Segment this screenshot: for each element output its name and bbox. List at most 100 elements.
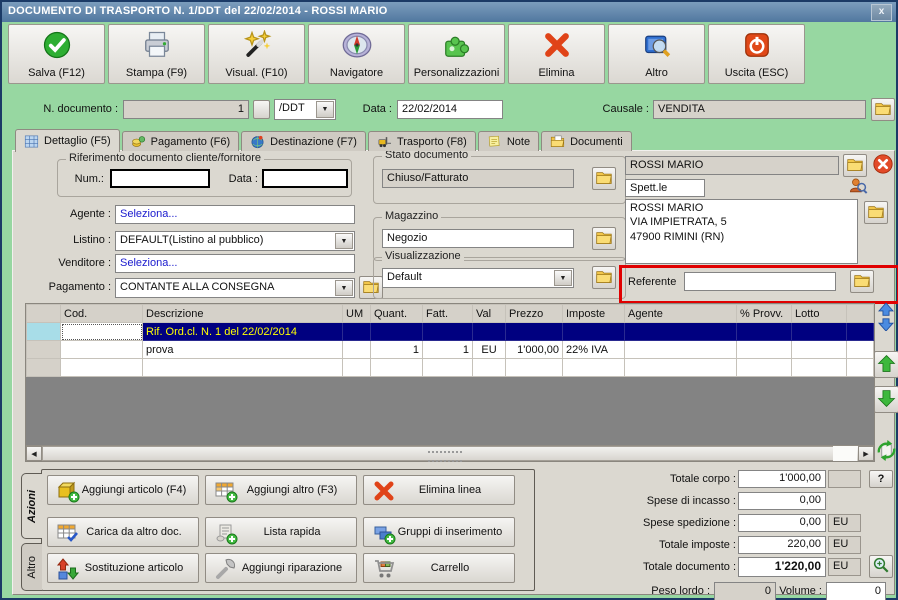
- chevron-down-icon[interactable]: ▼: [316, 101, 334, 118]
- magazzino-input[interactable]: Negozio: [382, 229, 574, 248]
- data-input[interactable]: 22/02/2014: [397, 100, 503, 119]
- rif-data-input[interactable]: [262, 169, 348, 188]
- spese-incasso-label: Spese di incasso :: [646, 495, 736, 507]
- agente-input[interactable]: Seleziona...: [115, 205, 355, 224]
- stato-folder-button[interactable]: [592, 167, 616, 190]
- carrello-button[interactable]: Carrello: [363, 553, 515, 583]
- visual-button[interactable]: Visual. (F10): [208, 24, 305, 84]
- chevron-down-icon[interactable]: ▼: [554, 270, 572, 286]
- pagamento-select[interactable]: CONTANTE ALLA CONSEGNA ▼: [115, 278, 355, 298]
- tab-documenti-label: Documenti: [570, 135, 623, 148]
- causale-label: Causale :: [602, 103, 649, 115]
- aggiungi-riparazione-button[interactable]: Aggiungi riparazione: [205, 553, 357, 583]
- sostituzione-articolo-label: Sostituzione articolo: [84, 562, 184, 574]
- scroll-right-icon[interactable]: ▶: [858, 446, 874, 461]
- tab-destinazione[interactable]: Destinazione (F7): [241, 131, 366, 151]
- col-quant: Quant.: [370, 304, 423, 323]
- totale-imposte-valuta: EU: [828, 536, 861, 554]
- visualizzazione-select[interactable]: Default ▼: [382, 268, 574, 288]
- riga-giu-button[interactable]: [874, 386, 898, 413]
- titlebar[interactable]: DOCUMENTO DI TRASPORTO N. 1/DDT del 22/0…: [2, 2, 896, 22]
- cliente-nome-input[interactable]: ROSSI MARIO: [625, 156, 839, 175]
- tab-dettaglio[interactable]: Dettaglio (F5): [15, 129, 120, 152]
- aggiungi-altro-button[interactable]: Aggiungi altro (F3): [205, 475, 357, 505]
- table-row[interactable]: [26, 358, 874, 377]
- table-row[interactable]: prova 1 1 EU 1'000,00 22% IVA: [26, 340, 874, 359]
- folder-icon: [595, 169, 613, 188]
- causale-input[interactable]: VENDITA: [653, 100, 866, 119]
- visualizzazione-legend: Visualizzazione: [382, 250, 464, 262]
- carica-da-altro-doc-button[interactable]: Carica da altro doc.: [47, 517, 199, 547]
- scroll-left-icon[interactable]: ◀: [26, 446, 42, 461]
- cliente-folder-button[interactable]: [843, 154, 867, 177]
- numero-piccolo-button[interactable]: [253, 100, 270, 119]
- lista-rapida-button[interactable]: Lista rapida: [205, 517, 357, 547]
- sposta-riga-button[interactable]: [875, 301, 897, 334]
- cliente-titolo-input[interactable]: Spett.le: [625, 179, 705, 197]
- elimina-linea-button[interactable]: Elimina linea: [363, 475, 515, 505]
- tab-trasporto[interactable]: Trasporto (F8): [367, 131, 476, 151]
- table-add-icon: [214, 479, 238, 503]
- visualizzazione-fieldset: Visualizzazione Default ▼: [373, 250, 626, 299]
- documents-folder-icon: [550, 134, 565, 149]
- stato-input[interactable]: Chiuso/Fatturato: [382, 169, 574, 188]
- tab-pagamento[interactable]: Pagamento (F6): [121, 131, 240, 151]
- totale-documento-label: Totale documento :: [643, 561, 736, 573]
- cliente-cerca-button[interactable]: [845, 177, 869, 198]
- aggiungi-articolo-button[interactable]: Aggiungi articolo (F4): [47, 475, 199, 505]
- elimina-button[interactable]: Elimina: [508, 24, 605, 84]
- listino-label: Listino :: [73, 234, 111, 246]
- salva-button[interactable]: Salva (F12): [8, 24, 105, 84]
- chevron-down-icon[interactable]: ▼: [335, 233, 353, 249]
- tipo-documento-select[interactable]: /DDT ▼: [274, 99, 336, 120]
- righe-table: Cod. Descrizione UM Quant. Fatt. Val Pre…: [26, 304, 874, 377]
- visualizzazione-folder-button[interactable]: [592, 266, 616, 289]
- tab-documenti[interactable]: Documenti: [541, 131, 632, 151]
- causale-folder-button[interactable]: [871, 98, 895, 121]
- app-window: DOCUMENTO DI TRASPORTO N. 1/DDT del 22/0…: [0, 0, 898, 600]
- tab-altro-verticale[interactable]: Altro: [21, 543, 42, 591]
- puzzle-icon: [442, 30, 472, 60]
- navigatore-label: Navigatore: [329, 67, 384, 79]
- tab-note[interactable]: Note: [477, 131, 540, 151]
- horizontal-scrollbar[interactable]: ◀ ▶: [26, 445, 874, 462]
- volume-input[interactable]: 0: [826, 582, 886, 600]
- sostituzione-articolo-button[interactable]: Sostituzione articolo: [47, 553, 199, 583]
- spese-spedizione-valuta: EU: [828, 514, 861, 532]
- magazzino-folder-button[interactable]: [592, 227, 616, 250]
- aggiorna-button[interactable]: [873, 439, 898, 465]
- visualizzazione-value: Default: [387, 271, 422, 283]
- red-delete-circle-icon: [872, 153, 894, 178]
- tab-azioni-verticale[interactable]: Azioni: [21, 473, 42, 539]
- uscita-button[interactable]: Uscita (ESC): [708, 24, 805, 84]
- table-row-selected[interactable]: Rif. Ord.cl. N. 1 del 22/02/2014: [26, 322, 874, 341]
- cliente-rimuovi-button[interactable]: [871, 154, 894, 177]
- navigatore-button[interactable]: Navigatore: [308, 24, 405, 84]
- uscita-label: Uscita (ESC): [724, 67, 789, 79]
- peso-lordo-input[interactable]: 0: [714, 582, 776, 600]
- help-button[interactable]: ?: [869, 470, 893, 488]
- listino-select[interactable]: DEFAULT(Listino al pubblico) ▼: [115, 231, 355, 251]
- personalizzazioni-button[interactable]: Personalizzazioni: [408, 24, 505, 84]
- stampa-button[interactable]: Stampa (F9): [108, 24, 205, 84]
- green-arrow-down-icon: [877, 389, 896, 411]
- swap-arrows-icon: [56, 557, 80, 581]
- venditore-input[interactable]: Seleziona...: [115, 254, 355, 273]
- totale-corpo-label: Totale corpo :: [669, 473, 736, 485]
- chevron-down-icon[interactable]: ▼: [335, 280, 353, 296]
- riga-su-button[interactable]: [874, 351, 898, 378]
- referente-folder-button[interactable]: [850, 270, 874, 293]
- gruppi-di-inserimento-button[interactable]: Gruppi di inserimento: [363, 517, 515, 547]
- agente-label: Agente :: [70, 208, 111, 220]
- rif-num-input[interactable]: [110, 169, 210, 188]
- blue-updown-arrows-icon: [877, 301, 895, 334]
- tab-dettaglio-label: Dettaglio (F5): [44, 135, 111, 147]
- altro-button[interactable]: Altro: [608, 24, 705, 84]
- numero-documento-input[interactable]: 1: [123, 100, 249, 119]
- referente-input[interactable]: [684, 272, 836, 291]
- scrollbar-thumb[interactable]: [42, 446, 842, 462]
- cliente-indirizzo-box[interactable]: ROSSI MARIO VIA IMPIETRATA, 5 47900 RIMI…: [625, 199, 858, 264]
- close-button[interactable]: x: [871, 4, 892, 21]
- indirizzo-folder-button[interactable]: [864, 201, 888, 224]
- dettaglio-totali-button[interactable]: [869, 555, 893, 578]
